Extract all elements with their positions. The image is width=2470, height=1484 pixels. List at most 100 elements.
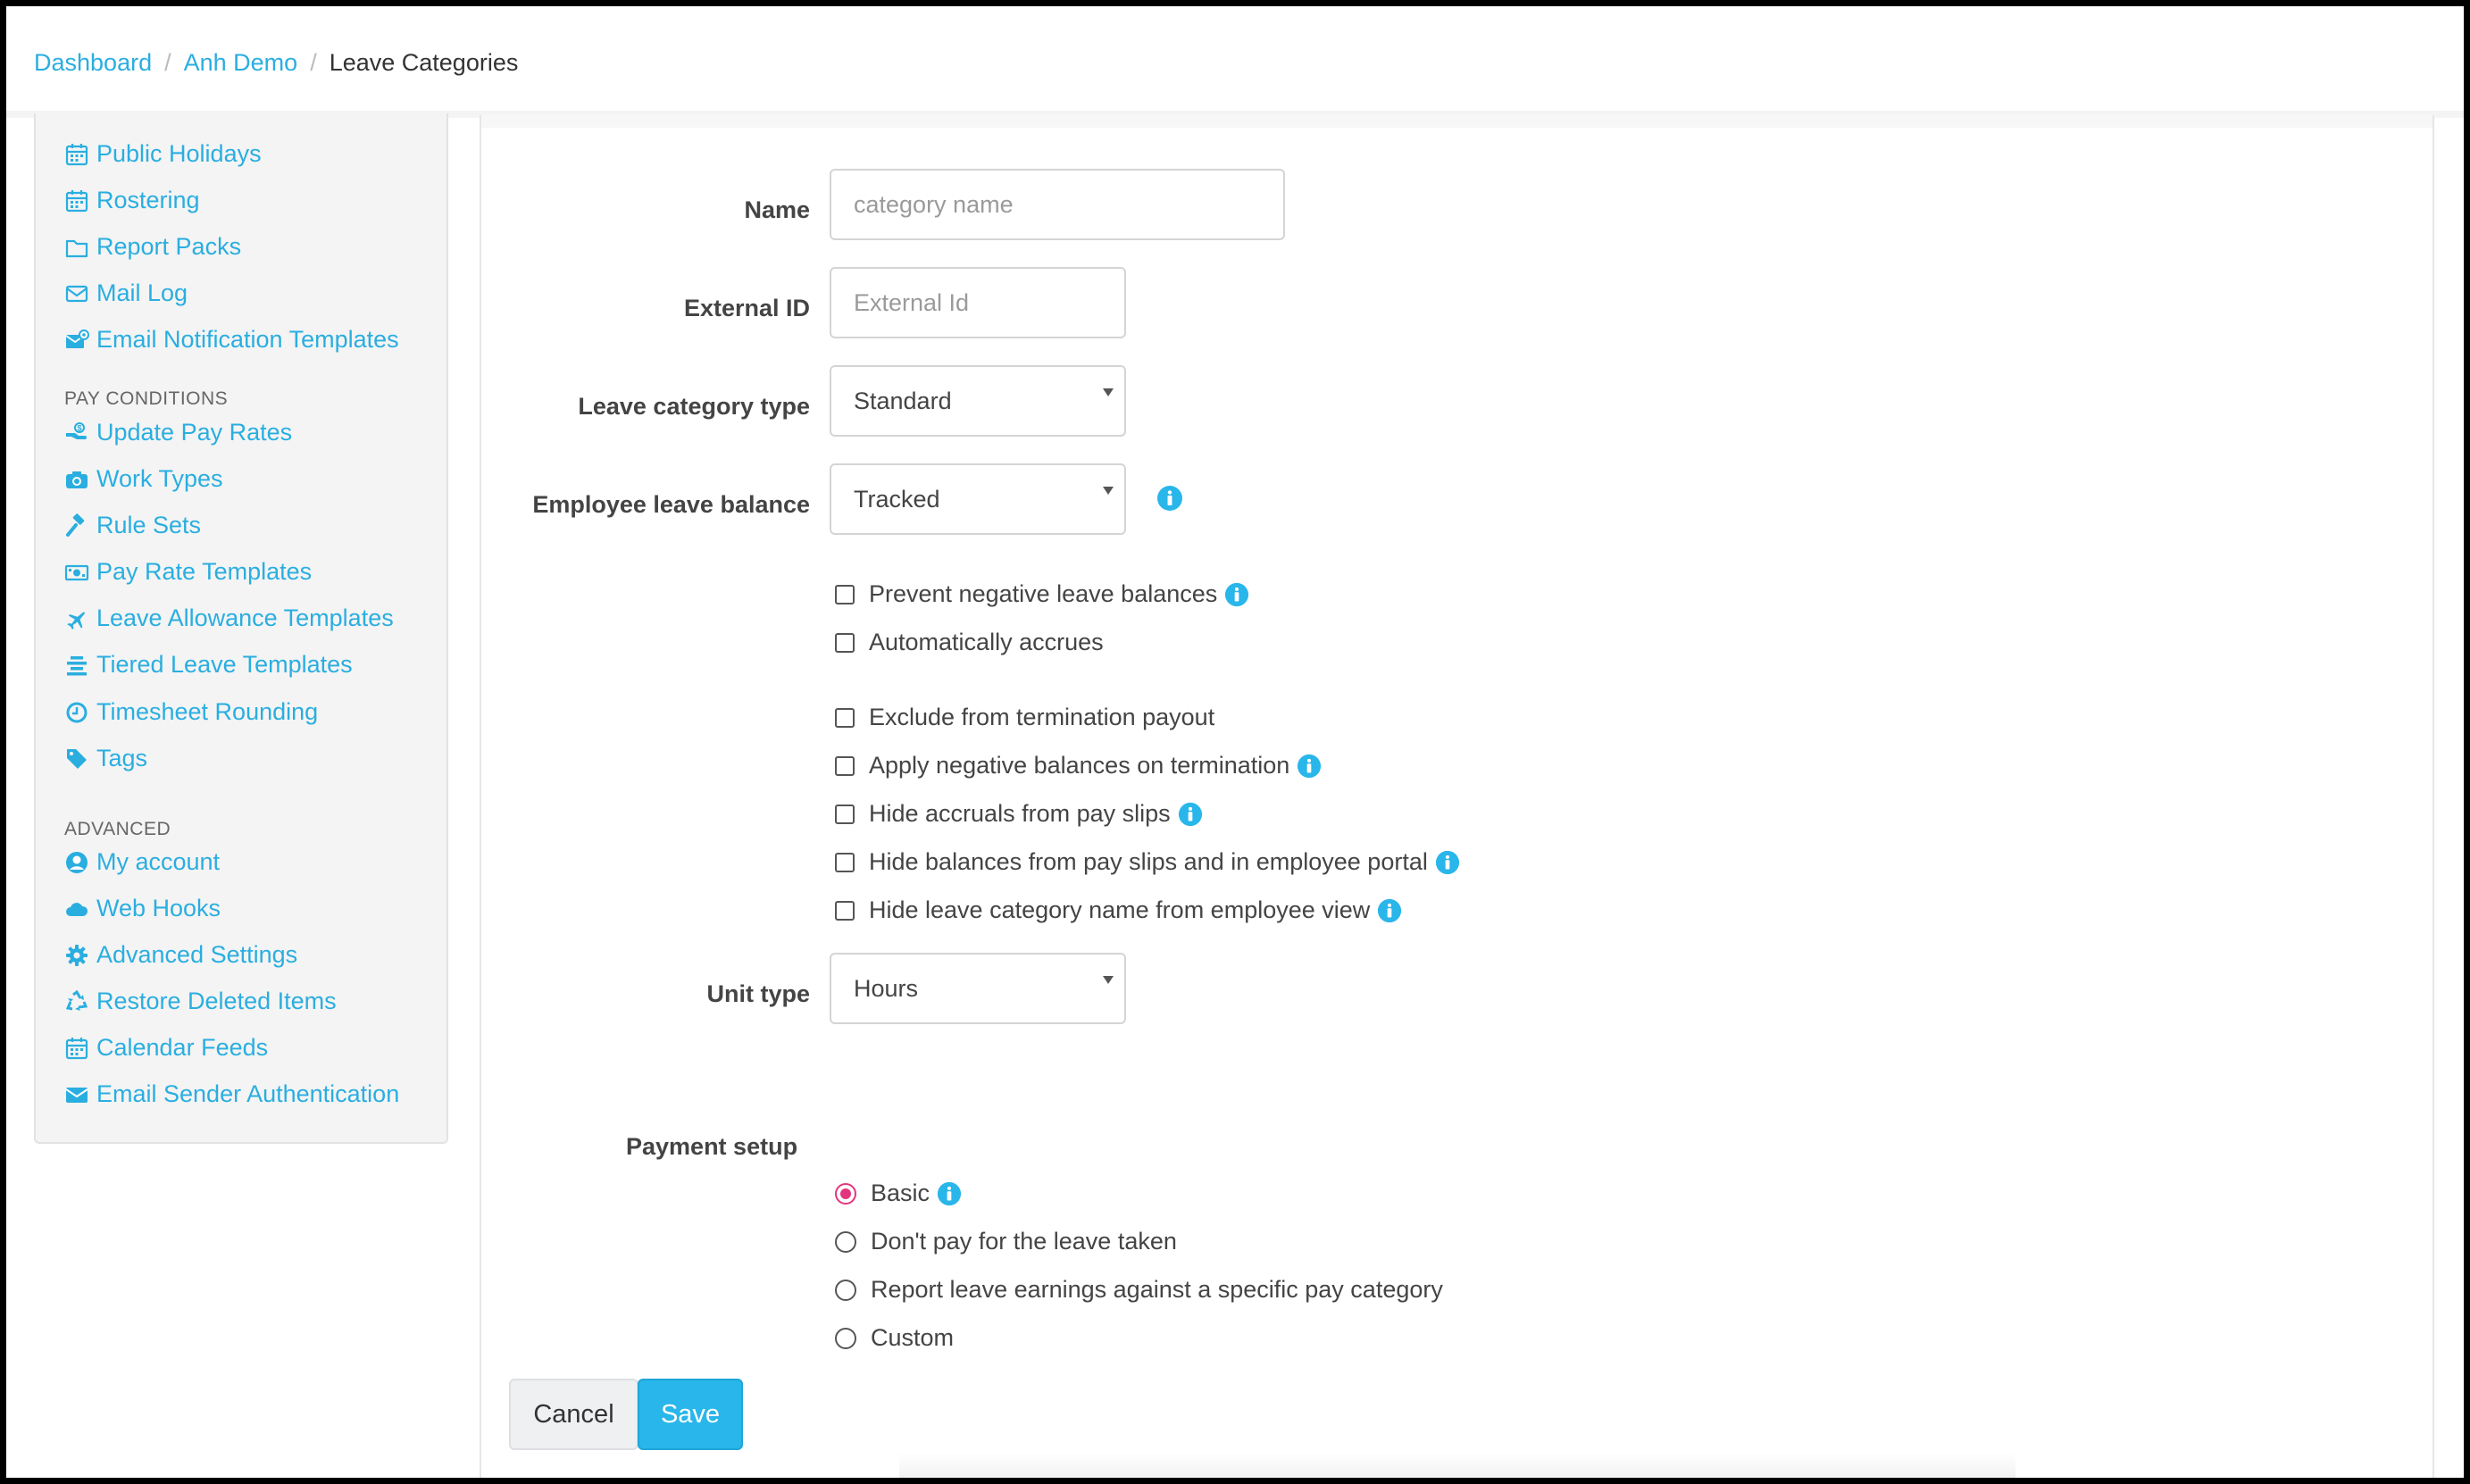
sidebar-item-label: Web Hooks	[96, 895, 221, 921]
checkbox-box[interactable]	[835, 632, 855, 653]
camera-icon	[66, 471, 88, 488]
money-bill-icon	[64, 564, 89, 580]
unit-type-label: Unit type	[706, 980, 810, 1007]
sidebar-item-label: Public Holidays	[96, 140, 262, 167]
sidebar-item-update-pay-rates[interactable]: $ Update Pay Rates	[64, 419, 292, 446]
unit-type-value: Hours	[854, 974, 919, 1002]
sidebar-item-label: Advanced Settings	[96, 941, 298, 968]
tag-icon	[67, 748, 87, 769]
chevron-down-icon	[1103, 487, 1114, 495]
name-input[interactable]	[830, 169, 1285, 240]
envelope-outline-icon	[65, 285, 88, 302]
sidebar-item-leave-allowance-templates[interactable]: Leave Allowance Templates	[64, 604, 394, 632]
bottom-shadow	[899, 1453, 2015, 1478]
app-window: Dashboard / Anh Demo / Leave Categories Publ…	[6, 6, 2464, 1478]
sidebar-item-report-packs[interactable]: Report Packs	[64, 233, 241, 261]
sidebar-item-public-holidays[interactable]: Public Holidays	[64, 140, 262, 168]
payment-setup-label: Payment setup	[626, 1133, 798, 1160]
sidebar-item-label: Update Pay Rates	[96, 419, 293, 446]
checkbox-automatically-accrues[interactable]: Automatically accrues	[835, 629, 1104, 656]
gavel-icon	[66, 513, 85, 537]
radio-label: Basic	[871, 1180, 930, 1206]
sidebar-item-restore-deleted-items[interactable]: Restore Deleted Items	[64, 988, 337, 1015]
info-icon[interactable]	[937, 1181, 962, 1206]
gear-icon	[66, 944, 88, 966]
checkbox-box[interactable]	[835, 584, 855, 604]
sidebar-item-my-account[interactable]: My account	[64, 848, 220, 876]
sidebar-item-mail-log[interactable]: Mail Log	[64, 279, 188, 307]
leave-category-type-value: Standard	[854, 387, 952, 414]
info-icon[interactable]	[1178, 802, 1203, 827]
sidebar-item-rostering[interactable]: Rostering	[64, 187, 200, 214]
name-label: Name	[744, 196, 810, 223]
leave-category-type-select[interactable]: Standard	[830, 365, 1126, 437]
sidebar-item-label: Rule Sets	[96, 512, 202, 538]
breadcrumb-business-link[interactable]: Anh Demo	[184, 49, 298, 76]
sidebar-item-label: Report Packs	[96, 233, 242, 260]
checkbox-hide-balances-from-pay-slips[interactable]: Hide balances from pay slips and in empl…	[835, 848, 1460, 876]
employee-leave-balance-select[interactable]: Tracked	[830, 463, 1126, 535]
checkbox-prevent-negative-leave-balances[interactable]: Prevent negative leave balances	[835, 580, 1249, 608]
sidebar-item-pay-rate-templates[interactable]: Pay Rate Templates	[64, 558, 312, 586]
sidebar-item-email-sender-authentication[interactable]: Email Sender Authentication	[64, 1080, 399, 1108]
hand-money-icon: $	[66, 421, 87, 439]
cloud-icon	[66, 902, 88, 916]
info-icon[interactable]	[1377, 898, 1402, 923]
user-circle-icon	[66, 851, 88, 873]
sidebar-item-web-hooks[interactable]: Web Hooks	[64, 895, 221, 922]
sidebar-item-tags[interactable]: Tags	[64, 745, 147, 772]
sidebar-item-calendar-feeds[interactable]: Calendar Feeds	[64, 1034, 268, 1062]
info-icon[interactable]	[1435, 850, 1460, 875]
sidebar-item-label: My account	[96, 848, 221, 875]
cancel-button[interactable]: Cancel	[509, 1379, 638, 1450]
sidebar-item-label: Mail Log	[96, 279, 188, 306]
sidebar-item-rule-sets[interactable]: Rule Sets	[64, 512, 201, 539]
checkbox-box[interactable]	[835, 804, 855, 824]
calendar-icon	[65, 189, 88, 212]
sidebar-item-advanced-settings[interactable]: Advanced Settings	[64, 941, 297, 969]
folder-icon	[65, 239, 88, 257]
sidebar-item-work-types[interactable]: Work Types	[64, 465, 223, 493]
radio-button[interactable]	[835, 1279, 856, 1301]
checkbox-label: Apply negative balances on termination	[869, 752, 1290, 779]
sidebar-item-label: Restore Deleted Items	[96, 988, 337, 1014]
checkbox-apply-negative-balances-on-termination[interactable]: Apply negative balances on termination	[835, 752, 1322, 780]
checkbox-label: Prevent negative leave balances	[869, 580, 1218, 607]
checkbox-label: Hide accruals from pay slips	[869, 800, 1171, 827]
sidebar-heading-pay-conditions: PAY CONDITIONS	[64, 388, 229, 409]
checkbox-box[interactable]	[835, 852, 855, 872]
sidebar-item-label: Email Sender Authentication	[96, 1080, 400, 1107]
radio-button[interactable]	[835, 1327, 856, 1349]
sidebar-item-timesheet-rounding[interactable]: Timesheet Rounding	[64, 698, 318, 726]
checkbox-box[interactable]	[835, 707, 855, 728]
sidebar-item-tiered-leave-templates[interactable]: Tiered Leave Templates	[64, 651, 353, 679]
checkbox-box[interactable]	[835, 900, 855, 921]
svg-text:$: $	[78, 423, 82, 432]
plane-icon	[67, 611, 86, 629]
sidebar-item-email-notification-templates[interactable]: Email Notification Templates	[64, 326, 399, 354]
unit-type-select[interactable]: Hours	[830, 953, 1126, 1024]
radio-custom[interactable]: Custom	[835, 1324, 954, 1352]
sidebar-item-label: Leave Allowance Templates	[96, 604, 394, 631]
external-id-input[interactable]	[830, 267, 1126, 338]
radio-button[interactable]	[835, 1182, 856, 1205]
info-icon[interactable]	[1156, 485, 1183, 512]
settings-sidebar: Public Holidays Rostering Report Packs M…	[34, 113, 448, 1144]
breadcrumb-dashboard-link[interactable]: Dashboard	[34, 49, 152, 76]
sidebar-heading-advanced: ADVANCED	[64, 819, 171, 839]
chevron-down-icon	[1103, 976, 1114, 984]
radio-dont-pay[interactable]: Don't pay for the leave taken	[835, 1228, 1177, 1255]
radio-label: Custom	[871, 1324, 955, 1351]
breadcrumb-separator: /	[164, 49, 171, 76]
info-icon[interactable]	[1224, 582, 1249, 607]
employee-leave-balance-label: Employee leave balance	[532, 491, 810, 518]
checkbox-exclude-from-termination-payout[interactable]: Exclude from termination payout	[835, 704, 1214, 731]
checkbox-hide-leave-category-name[interactable]: Hide leave category name from employee v…	[835, 896, 1402, 924]
save-button[interactable]: Save	[638, 1379, 743, 1450]
radio-report-leave-earnings[interactable]: Report leave earnings against a specific…	[835, 1276, 1443, 1304]
radio-basic[interactable]: Basic	[835, 1180, 962, 1207]
info-icon[interactable]	[1297, 754, 1322, 779]
checkbox-hide-accruals-from-pay-slips[interactable]: Hide accruals from pay slips	[835, 800, 1203, 828]
radio-button[interactable]	[835, 1230, 856, 1253]
checkbox-box[interactable]	[835, 755, 855, 776]
